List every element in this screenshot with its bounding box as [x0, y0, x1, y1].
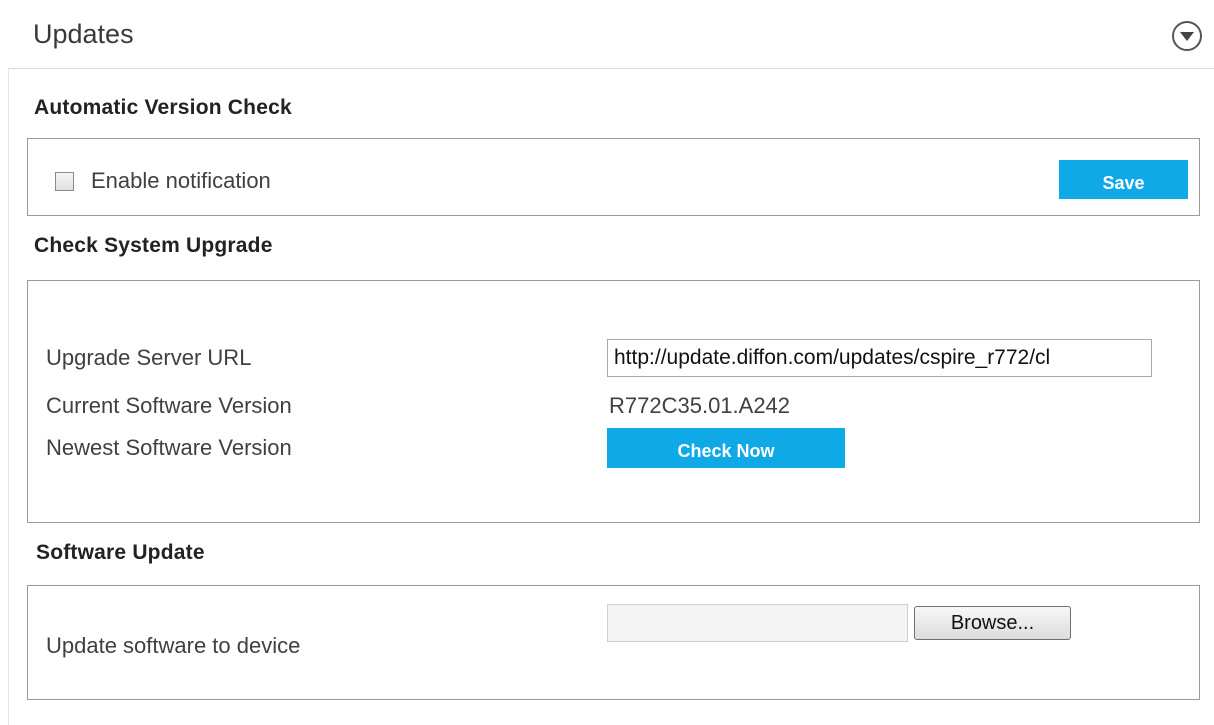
file-path-field[interactable]: [607, 604, 908, 642]
panel-left-border: [8, 68, 9, 725]
update-software-label: Update software to device: [46, 633, 301, 658]
section-heading-software-update: Software Update: [36, 541, 205, 564]
section-heading-automatic-version-check: Automatic Version Check: [34, 96, 292, 119]
chevron-down-circle-icon: [1179, 30, 1195, 42]
current-software-version-label: Current Software Version: [46, 393, 292, 418]
enable-notification-checkbox[interactable]: [55, 172, 74, 191]
upgrade-server-url-input[interactable]: http://update.diffon.com/updates/cspire_…: [607, 339, 1152, 377]
upgrade-server-url-label: Upgrade Server URL: [46, 345, 252, 370]
browse-button[interactable]: Browse...: [914, 606, 1071, 640]
collapse-toggle-button[interactable]: [1172, 21, 1202, 51]
check-now-button[interactable]: Check Now: [607, 428, 845, 468]
newest-software-version-label: Newest Software Version: [46, 435, 292, 460]
enable-notification-label[interactable]: Enable notification: [91, 167, 271, 195]
header-divider: [8, 68, 1214, 69]
save-button[interactable]: Save: [1059, 160, 1188, 199]
section-heading-check-system-upgrade: Check System Upgrade: [34, 234, 273, 257]
current-software-version-value: R772C35.01.A242: [609, 393, 791, 418]
page-title: Updates: [33, 19, 134, 49]
